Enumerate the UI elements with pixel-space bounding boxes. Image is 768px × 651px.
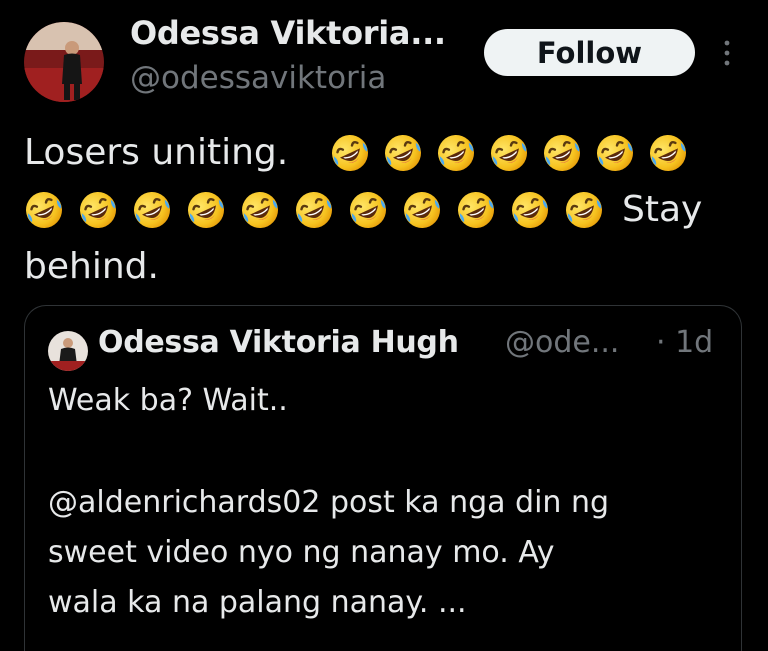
quoted-author-avatar[interactable] — [48, 331, 88, 371]
rofl-emoji-icon — [648, 133, 688, 173]
quoted-text-line: sweet video nyo ng nanay mo. Ay — [48, 535, 555, 570]
rofl-emoji-icon — [348, 190, 388, 230]
follow-button[interactable]: Follow — [484, 29, 695, 76]
rofl-emoji-icon — [294, 190, 334, 230]
rofl-emoji-icon — [436, 133, 476, 173]
quoted-author-name[interactable]: Odessa Viktoria Hugh — [98, 325, 459, 360]
more-vertical-icon[interactable] — [717, 38, 737, 68]
rofl-emoji-icon — [402, 190, 442, 230]
tweet-text-segment: Losers uniting. — [24, 132, 289, 173]
author-avatar[interactable] — [24, 22, 104, 102]
quoted-timestamp[interactable]: · 1d — [656, 325, 713, 360]
rofl-emoji-icon — [489, 133, 529, 173]
rofl-emoji-icon — [595, 133, 635, 173]
rofl-emoji-icon — [383, 133, 423, 173]
quoted-text-line: @aldenrichards02 post ka nga din ng — [48, 485, 610, 520]
tweet-text-segment: Stay — [622, 189, 703, 230]
rofl-emoji-icon — [186, 190, 226, 230]
rofl-emoji-icon — [240, 190, 280, 230]
author-display-name[interactable]: Odessa Viktoria... — [130, 14, 446, 52]
rofl-emoji-icon — [456, 190, 496, 230]
quoted-text-line: wala ka na palang nanay. ... — [48, 585, 467, 620]
rofl-emoji-icon — [330, 133, 370, 173]
rofl-emoji-icon — [510, 190, 550, 230]
tweet-text-segment: behind. — [24, 246, 159, 287]
author-handle[interactable]: @odessaviktoria — [130, 60, 386, 96]
rofl-emoji-icon — [564, 190, 604, 230]
tweet-line: Losers uniting. — [24, 124, 288, 181]
rofl-emoji-icon — [24, 190, 64, 230]
rofl-emoji-icon — [78, 190, 118, 230]
rofl-emoji-icon — [132, 190, 172, 230]
tweet-line: behind. — [24, 238, 159, 295]
quoted-text-line: Weak ba? Wait.. — [48, 383, 288, 418]
rofl-emoji-icon — [542, 133, 582, 173]
quoted-author-handle[interactable]: @ode... — [505, 325, 619, 360]
